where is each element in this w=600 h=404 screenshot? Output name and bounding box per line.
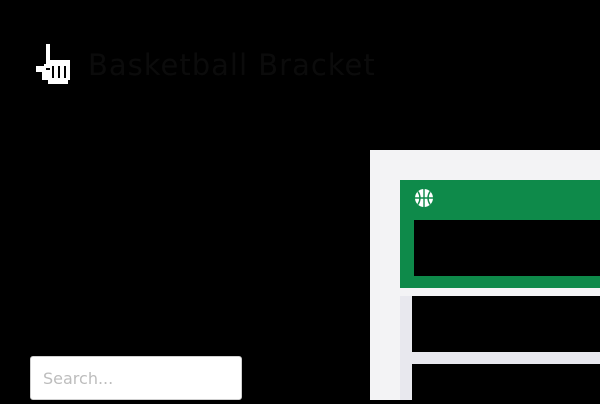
app-title: Basketball Bracket — [88, 48, 376, 82]
card-content-block — [414, 220, 600, 276]
app-branding: Basketball Bracket — [30, 40, 376, 90]
list-item[interactable] — [412, 296, 600, 352]
basketball-icon — [415, 189, 433, 207]
list-item[interactable] — [412, 364, 600, 404]
card-header — [400, 180, 600, 288]
preview-panel — [370, 150, 600, 404]
list-area — [400, 296, 600, 404]
pixel-hand-pointer-icon — [34, 42, 72, 86]
search-input[interactable] — [30, 356, 242, 400]
preview-window — [400, 180, 600, 404]
